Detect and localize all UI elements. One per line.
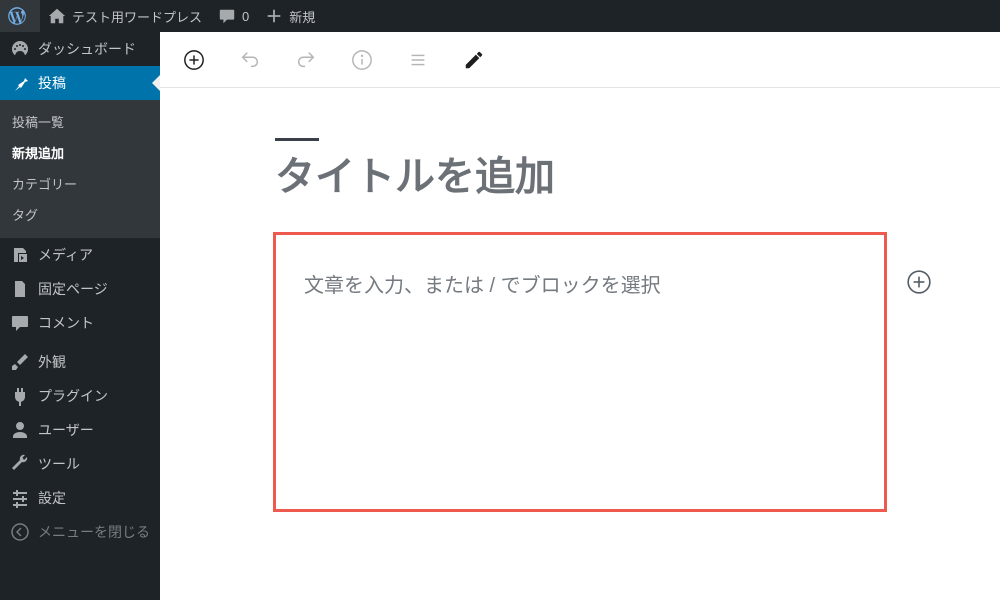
site-name-label: テスト用ワードプレス xyxy=(72,7,202,26)
undo-icon xyxy=(239,49,261,71)
content-block-highlight[interactable]: 文章を入力、または / でブロックを選択 xyxy=(273,232,887,512)
comment-icon xyxy=(218,7,236,25)
sidebar-item-appearance[interactable]: 外観 xyxy=(0,345,160,379)
content-placeholder: 文章を入力、または / でブロックを選択 xyxy=(304,269,856,298)
user-icon xyxy=(10,420,30,440)
wordpress-icon xyxy=(8,7,26,25)
posts-submenu: 投稿一覧 新規追加 カテゴリー タグ xyxy=(0,100,160,238)
sidebar-item-plugins[interactable]: プラグイン xyxy=(0,379,160,413)
subitem-tags[interactable]: タグ xyxy=(0,199,160,230)
sidebar-item-dashboard[interactable]: ダッシュボード xyxy=(0,32,160,66)
title-decoration xyxy=(275,138,319,141)
redo-button[interactable] xyxy=(288,42,324,78)
plugin-icon xyxy=(10,386,30,406)
plus-circle-icon xyxy=(183,49,205,71)
sidebar-item-label: 固定ページ xyxy=(38,279,108,299)
site-home-link[interactable]: テスト用ワードプレス xyxy=(40,0,210,32)
wp-logo-menu[interactable] xyxy=(0,0,40,32)
redo-icon xyxy=(295,49,317,71)
info-icon xyxy=(351,49,373,71)
sliders-icon xyxy=(10,488,30,508)
editor-canvas: 文章を入力、または / でブロックを選択 xyxy=(160,32,1000,600)
comments-link[interactable]: 0 xyxy=(210,0,257,32)
sidebar-item-comments[interactable]: コメント xyxy=(0,306,160,340)
pencil-icon xyxy=(463,49,485,71)
sidebar-item-label: 外観 xyxy=(38,352,66,372)
list-icon xyxy=(407,49,429,71)
sidebar-item-collapse[interactable]: メニューを閉じる xyxy=(0,515,160,549)
title-block[interactable] xyxy=(275,138,885,200)
outline-button[interactable] xyxy=(400,42,436,78)
media-icon xyxy=(10,245,30,265)
admin-sidebar: ダッシュボード 投稿 投稿一覧 新規追加 カテゴリー タグ メディア 固定ページ… xyxy=(0,32,160,600)
sidebar-item-settings[interactable]: 設定 xyxy=(0,481,160,515)
subitem-all-posts[interactable]: 投稿一覧 xyxy=(0,106,160,137)
sidebar-item-label: ダッシュボード xyxy=(38,39,136,59)
plus-circle-icon xyxy=(906,269,932,295)
home-icon xyxy=(48,7,66,25)
subitem-categories[interactable]: カテゴリー xyxy=(0,168,160,199)
sidebar-item-label: コメント xyxy=(38,313,94,333)
sidebar-item-posts[interactable]: 投稿 xyxy=(0,66,160,100)
dashboard-icon xyxy=(10,39,30,59)
editor-toolbar xyxy=(160,32,1000,88)
pin-icon xyxy=(10,73,30,93)
insert-block-side-button[interactable] xyxy=(906,269,934,297)
new-label: 新規 xyxy=(289,7,315,26)
collapse-icon xyxy=(10,522,30,542)
new-content-link[interactable]: 新規 xyxy=(257,0,323,32)
wrench-icon xyxy=(10,454,30,474)
sidebar-item-media[interactable]: メディア xyxy=(0,238,160,272)
admin-bar: テスト用ワードプレス 0 新規 xyxy=(0,0,1000,32)
comments-count: 0 xyxy=(242,9,249,24)
add-block-button[interactable] xyxy=(176,42,212,78)
sidebar-item-label: 設定 xyxy=(38,488,66,508)
sidebar-item-tools[interactable]: ツール xyxy=(0,447,160,481)
page-icon xyxy=(10,279,30,299)
sidebar-item-label: プラグイン xyxy=(38,386,108,406)
brush-icon xyxy=(10,352,30,372)
sidebar-item-label: ユーザー xyxy=(38,420,94,440)
sidebar-item-users[interactable]: ユーザー xyxy=(0,413,160,447)
comments-icon xyxy=(10,313,30,333)
sidebar-item-label: 投稿 xyxy=(38,73,66,93)
sidebar-item-pages[interactable]: 固定ページ xyxy=(0,272,160,306)
undo-button[interactable] xyxy=(232,42,268,78)
subitem-new-post[interactable]: 新規追加 xyxy=(0,137,160,168)
editor-body: 文章を入力、または / でブロックを選択 xyxy=(160,88,1000,512)
sidebar-item-label: メニューを閉じる xyxy=(38,522,150,542)
sidebar-item-label: ツール xyxy=(38,454,80,474)
edit-mode-button[interactable] xyxy=(456,42,492,78)
plus-icon xyxy=(265,7,283,25)
post-title-input[interactable] xyxy=(275,155,885,200)
info-button[interactable] xyxy=(344,42,380,78)
sidebar-item-label: メディア xyxy=(38,245,93,265)
